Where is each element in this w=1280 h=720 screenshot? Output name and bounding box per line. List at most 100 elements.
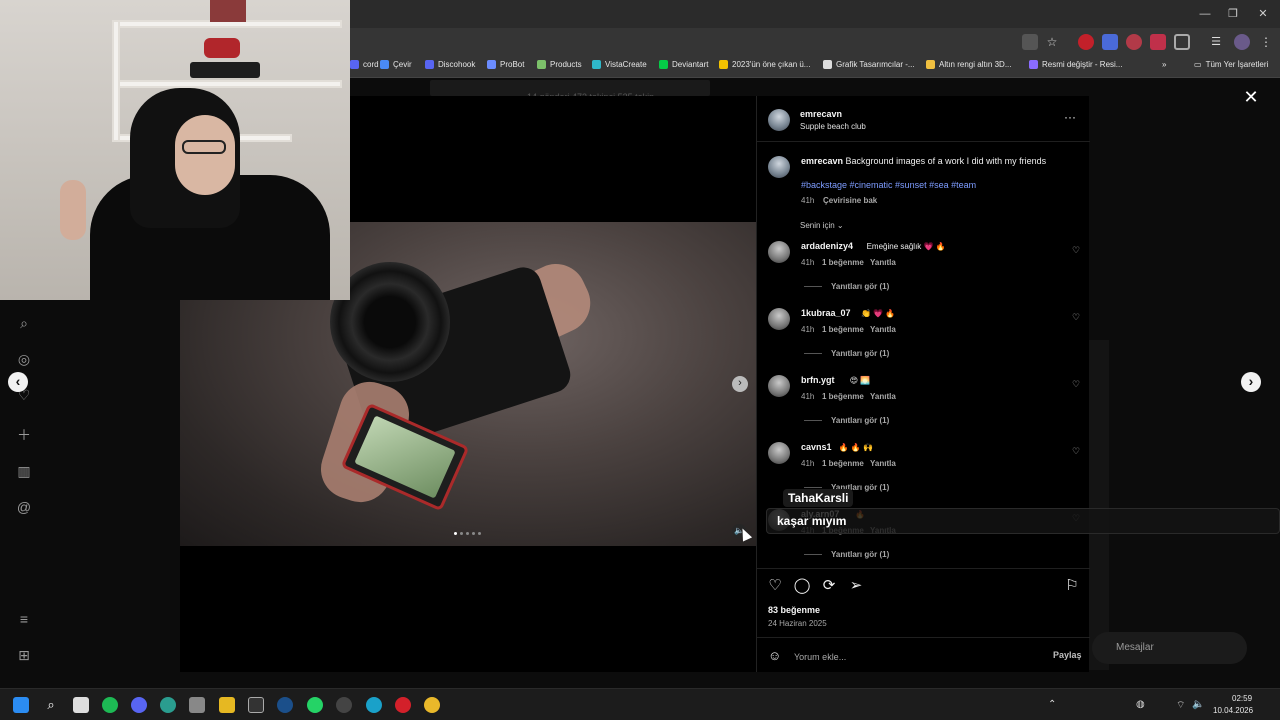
comment-like-heart-icon[interactable]: ♡	[1071, 446, 1081, 456]
translate-extension-icon[interactable]	[1102, 34, 1118, 50]
threads-icon[interactable]: @	[15, 498, 33, 516]
obs-icon[interactable]	[336, 697, 352, 713]
comment-like-heart-icon[interactable]: ♡	[1071, 312, 1081, 322]
comment-input[interactable]	[794, 650, 1034, 664]
epic-games-icon[interactable]	[248, 697, 264, 713]
comment-avatar[interactable]	[768, 241, 790, 263]
like-heart-icon[interactable]: ♡	[766, 577, 784, 595]
comment-avatar[interactable]	[768, 375, 790, 397]
dashboard-icon[interactable]: ▥	[15, 462, 33, 480]
comment-likes[interactable]: 1 beğenme	[822, 392, 864, 401]
bookmark-item[interactable]: Products	[537, 60, 582, 69]
search-icon[interactable]: ⌕	[43, 697, 59, 713]
app-icon[interactable]	[366, 697, 382, 713]
comment-avatar[interactable]	[768, 308, 790, 330]
comment-reply-link[interactable]: Yanıtla	[870, 325, 896, 334]
close-window-button[interactable]: ✕	[1252, 5, 1274, 23]
bookmark-item[interactable]: Deviantart	[659, 60, 708, 69]
see-replies-link[interactable]: Yanıtları gör (1)	[831, 416, 889, 425]
close-modal-icon[interactable]: ✕	[1242, 88, 1260, 106]
comment-bubble-icon[interactable]: ◯	[793, 577, 811, 595]
carousel-next-icon[interactable]: ›	[732, 376, 748, 392]
like-count[interactable]: 83 beğenme	[768, 605, 820, 615]
repost-icon[interactable]: ⟳	[820, 577, 838, 595]
file-explorer-icon[interactable]	[219, 697, 235, 713]
see-replies-link[interactable]: Yanıtları gör (1)	[831, 282, 889, 291]
discord-icon[interactable]	[131, 697, 147, 713]
caption-avatar[interactable]	[768, 156, 790, 178]
comment-like-heart-icon[interactable]: ♡	[1071, 379, 1081, 389]
caption-hashtags[interactable]: #backstage #cinematic #sunset #sea #team	[801, 180, 976, 190]
bookmark-item[interactable]: 2023'ün öne çıkan ü...	[719, 60, 810, 69]
bookmark-item[interactable]: Altın rengi altın 3D...	[926, 60, 1011, 69]
bookmark-item[interactable]: Grafik Tasarımcılar -...	[823, 60, 915, 69]
carousel-dot[interactable]	[454, 532, 457, 535]
kebab-menu-icon[interactable]: ⋮	[1258, 34, 1274, 50]
steam-icon[interactable]	[277, 697, 293, 713]
create-icon[interactable]: ＋	[15, 426, 33, 444]
chrome-icon[interactable]	[424, 697, 440, 713]
install-app-icon[interactable]	[1022, 34, 1038, 50]
comment-likes[interactable]: 1 beğenme	[822, 325, 864, 334]
more-icon[interactable]: ⊞	[15, 646, 33, 664]
explore-icon[interactable]: ◎	[15, 350, 33, 368]
comment-avatar[interactable]	[768, 442, 790, 464]
more-options-icon[interactable]: ···	[1064, 110, 1076, 124]
see-replies-link[interactable]: Yanıtları gör (1)	[831, 349, 889, 358]
tray-chevron-icon[interactable]: ⌃	[1048, 699, 1056, 710]
bookmark-item[interactable]: Discohook	[425, 60, 475, 69]
extension-icon[interactable]	[1150, 34, 1166, 50]
app-icon[interactable]	[189, 697, 205, 713]
translate-link[interactable]: Çevirisine bak	[823, 196, 877, 205]
bookmark-icon[interactable]: ⚐	[1063, 577, 1081, 595]
caption-username[interactable]: emrecavn	[801, 156, 843, 166]
bookmarks-overflow-icon[interactable]: »	[1162, 60, 1166, 69]
wifi-icon[interactable]: ⌔	[1176, 699, 1185, 712]
comment-likes[interactable]: 1 beğenme	[822, 258, 864, 267]
comment-like-heart-icon[interactable]: ♡	[1071, 245, 1081, 255]
bookmark-item[interactable]: Çevir	[380, 60, 412, 69]
comment-username[interactable]: ardadenizy4	[801, 241, 853, 251]
carousel-dot[interactable]	[460, 532, 463, 535]
comment-username[interactable]: cavns1	[801, 442, 832, 452]
whatsapp-icon[interactable]	[307, 697, 323, 713]
comment-username[interactable]: 1kubraa_07	[801, 308, 851, 318]
share-send-icon[interactable]: ➢	[847, 577, 865, 595]
comment-reply-link[interactable]: Yanıtla	[870, 459, 896, 468]
bookmark-item[interactable]: cord |	[350, 60, 383, 69]
volume-icon[interactable]: 🔈	[1192, 699, 1204, 710]
bookmark-item[interactable]: ProBot	[487, 60, 524, 69]
network-icon[interactable]: ◍	[1136, 699, 1145, 710]
extension-icon[interactable]	[1126, 34, 1142, 50]
bookmark-item[interactable]: Resmi değiştir - Resi...	[1029, 60, 1122, 69]
edge-icon[interactable]	[160, 697, 176, 713]
profile-avatar[interactable]	[1234, 34, 1250, 50]
search-icon[interactable]: ⌕	[15, 314, 33, 332]
next-post-button[interactable]: ›	[1241, 372, 1261, 392]
carousel-dot[interactable]	[466, 532, 469, 535]
see-replies-link[interactable]: Yanıtları gör (1)	[831, 550, 889, 559]
messages-pill[interactable]: Mesajlar	[1092, 632, 1247, 664]
previous-post-button[interactable]: ‹	[8, 372, 28, 392]
emoji-icon[interactable]: ☺	[768, 648, 781, 663]
tab-search-icon[interactable]: ☰	[1208, 34, 1224, 50]
spotify-icon[interactable]	[102, 697, 118, 713]
comment-reply-link[interactable]: Yanıtla	[870, 392, 896, 401]
post-location[interactable]: Supple beach club	[800, 122, 866, 131]
clock-time[interactable]: 02:59	[1232, 694, 1252, 703]
bookmark-item[interactable]: VistaCreate	[592, 60, 647, 69]
author-username[interactable]: emrecavn	[800, 109, 842, 119]
clock-date[interactable]: 10.04.2026	[1213, 706, 1253, 715]
extension-icon[interactable]	[1078, 34, 1094, 50]
task-view-icon[interactable]	[73, 697, 89, 713]
comment-username[interactable]: brfn.ygt	[801, 375, 835, 385]
start-icon[interactable]	[13, 697, 29, 713]
sort-dropdown[interactable]: Senin için ⌄	[800, 221, 844, 230]
all-bookmarks-folder[interactable]: ▭ Tüm Yer İşaretleri	[1194, 60, 1268, 69]
menu-icon[interactable]: ≡	[15, 610, 33, 628]
author-avatar[interactable]	[768, 109, 790, 131]
comment-reply-link[interactable]: Yanıtla	[870, 258, 896, 267]
post-comment-button[interactable]: Paylaş	[1053, 650, 1082, 660]
star-icon[interactable]: ☆	[1044, 34, 1060, 50]
minimize-button[interactable]: —	[1194, 5, 1216, 23]
